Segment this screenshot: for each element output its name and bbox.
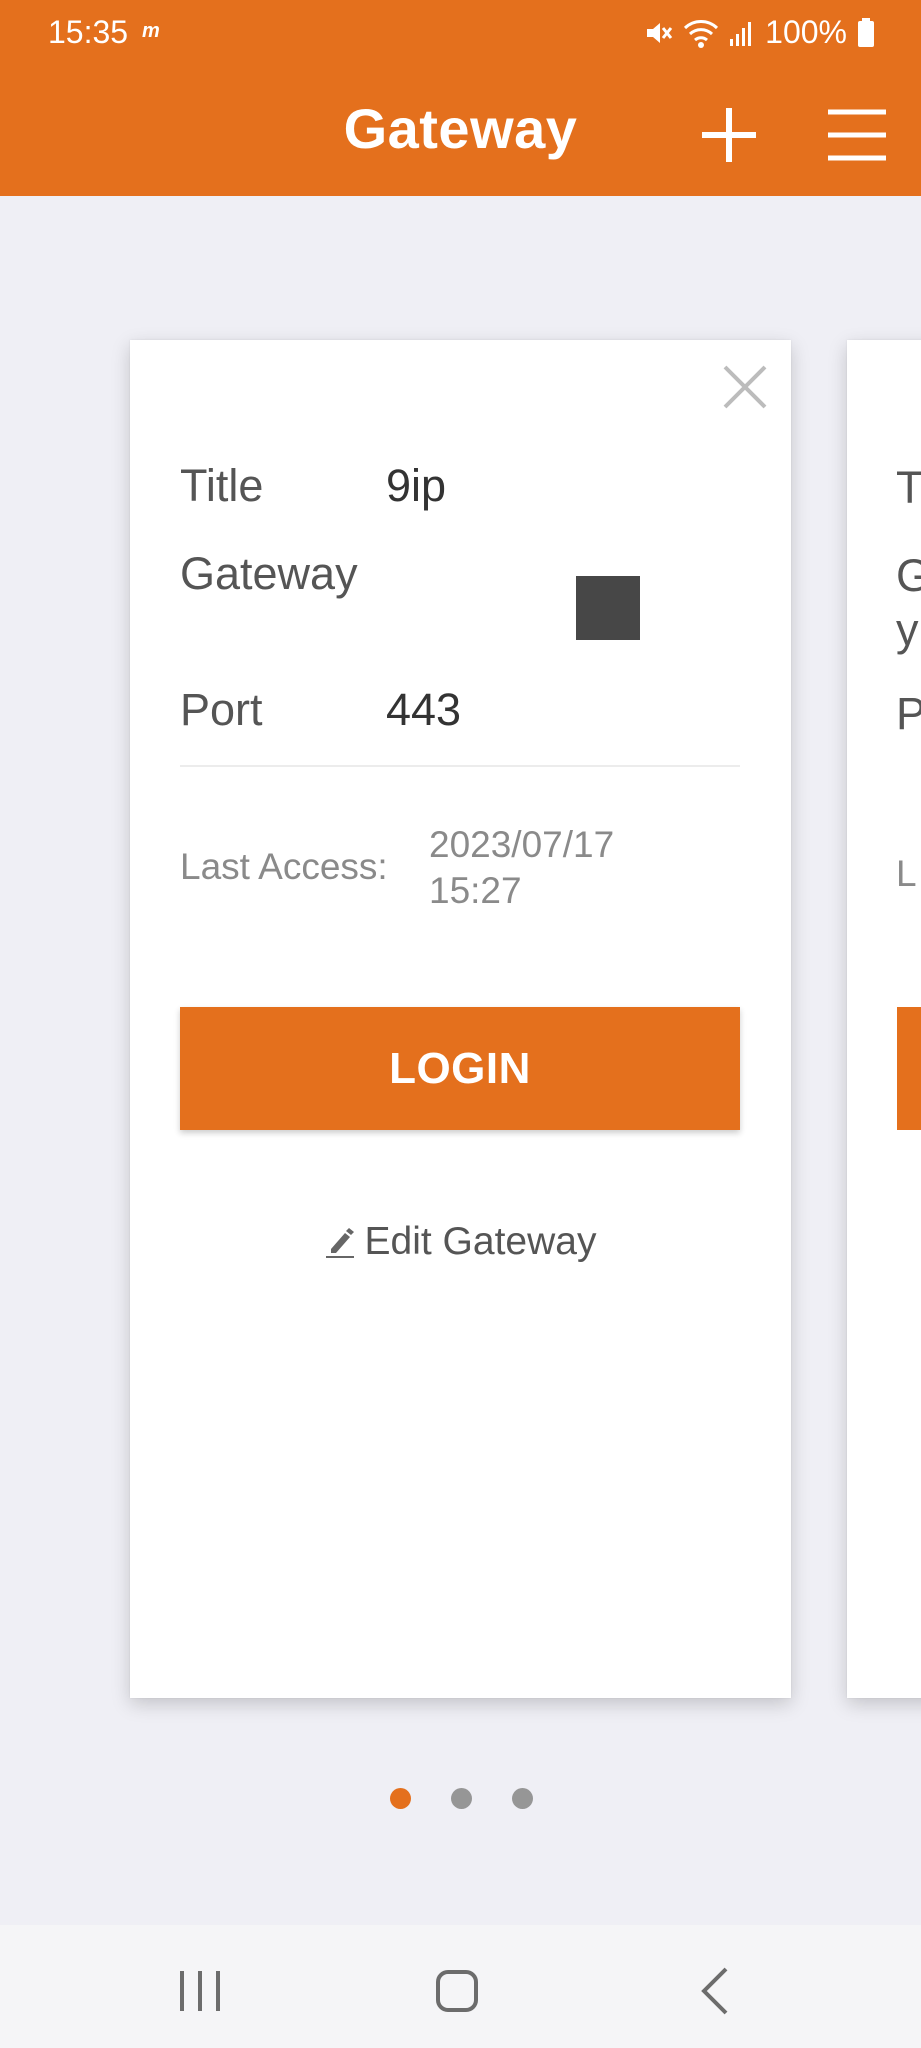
page-dot-3[interactable]: [512, 1788, 533, 1809]
status-time: 15:35: [48, 14, 129, 50]
app-header: 15:35 m 100% Gateway: [0, 0, 921, 196]
home-icon: [436, 1970, 478, 2012]
carrier-icon: m: [142, 20, 160, 42]
next-card-gateway-label: G: [896, 550, 921, 601]
next-card-gateway-label-2: y: [896, 604, 919, 655]
mute-icon: [647, 22, 673, 43]
page-title: Gateway: [343, 97, 578, 160]
next-card-access-label: L: [896, 853, 917, 894]
plus-icon: [702, 108, 756, 162]
login-button[interactable]: LOGIN: [180, 1007, 740, 1130]
pencil-icon: [325, 1228, 354, 1258]
title-label: Title: [180, 460, 264, 511]
battery-percent: 100%: [765, 14, 847, 50]
port-value: 443: [386, 684, 462, 735]
add-gateway-button[interactable]: [698, 104, 760, 166]
page-dot-2[interactable]: [451, 1788, 472, 1809]
edit-gateway-label: Edit Gateway: [364, 1220, 597, 1263]
last-access-label: Last Access:: [180, 846, 388, 887]
back-button[interactable]: [686, 1961, 746, 2021]
delete-gateway-button[interactable]: [722, 364, 768, 410]
last-access-time: 15:27: [429, 870, 522, 911]
divider: [180, 765, 740, 767]
page-indicator: [0, 1788, 921, 1809]
wifi-icon: [684, 19, 719, 48]
title-value: 9ip: [386, 460, 447, 511]
back-icon: [701, 1967, 728, 2015]
last-access-value: 2023/07/17 15:27: [429, 822, 659, 914]
gateway-card: Title 9ip Gateway Port 443 Last Access: …: [130, 340, 791, 1698]
page-dot-1[interactable]: [390, 1788, 411, 1809]
status-icons: 100%: [643, 14, 875, 51]
signal-icon: [730, 21, 752, 46]
gateway-label: Gateway: [180, 548, 358, 599]
recent-apps-button[interactable]: [170, 1961, 230, 2021]
next-card-title-label: T: [896, 462, 921, 513]
port-label: Port: [180, 684, 263, 735]
gateway-value-redacted: [576, 576, 640, 640]
system-nav-bar: [0, 1925, 921, 2048]
menu-button[interactable]: [826, 104, 888, 166]
next-card-login-button[interactable]: [897, 1007, 921, 1130]
edit-gateway-link[interactable]: Edit Gateway: [130, 1212, 791, 1272]
battery-icon: [858, 17, 874, 47]
home-button[interactable]: [427, 1961, 487, 2021]
last-access-date: 2023/07/17: [429, 824, 615, 865]
close-icon: [723, 365, 767, 409]
status-bar: 15:35 m 100%: [0, 0, 921, 70]
hamburger-icon: [828, 109, 886, 161]
next-card-port-label: P: [896, 688, 921, 739]
recent-apps-icon: [180, 1971, 220, 2011]
